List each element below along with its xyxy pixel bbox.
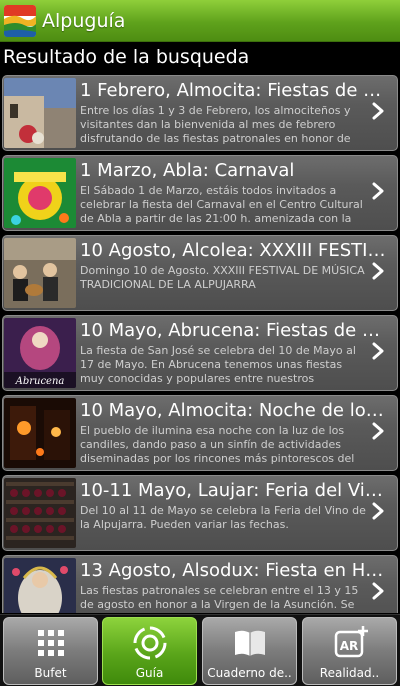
list-item[interactable]: 10 Mayo, Almocita: Noche de los… El pueb… [2,395,398,471]
chevron-right-icon [372,262,384,280]
chevron-right-icon [372,422,384,440]
target-icon [133,626,166,660]
app-title: Alpuguía [42,9,126,32]
result-description: Domingo 10 de Agosto. XXXIII FESTIVAL DE… [80,264,365,291]
result-title: 10 Mayo, Abrucena: Fiestas de S… [80,320,386,341]
chevron-right-icon [372,182,384,200]
thumbnail-image [4,398,76,468]
thumbnail-image [4,78,76,148]
thumbnail-image: Abrucena [4,318,76,388]
tab-bufet[interactable]: Bufet [3,617,98,685]
chevron-right-icon [372,502,384,520]
result-title: 10-11 Mayo, Laujar: Feria del Vin… [80,480,386,501]
tab-label: Realidad.. [319,666,380,680]
tab-cuaderno[interactable]: Cuaderno de.. [202,617,297,685]
result-title: 10 Agosto, Alcolea: XXXIII FESTIV… [80,240,386,261]
result-description: El Sábado 1 de Marzo, estáis todos invit… [80,184,363,225]
thumbnail-image [4,558,76,613]
ar-badge-text: AR [339,639,358,653]
thumbnail-image [4,238,76,308]
tab-realidad[interactable]: AR Realidad.. [302,617,397,685]
thumbnail-image [4,478,76,548]
result-title: 1 Febrero, Almocita: Fiestas de S… [80,80,386,101]
tab-label: Guía [135,666,164,680]
list-item[interactable]: 10-11 Mayo, Laujar: Feria del Vin… Del 1… [2,475,398,551]
list-item[interactable]: Abrucena 10 Mayo, Abrucena: Fiestas de S… [2,315,398,391]
chevron-right-icon [372,102,384,120]
page-title: Resultado de la busqueda [0,43,400,73]
tab-guia[interactable]: Guía [102,617,197,685]
result-description: Entre los días 1 y 3 de Febrero, los alm… [80,104,351,145]
book-icon [234,630,265,656]
result-description: La fiesta de San José se celebra del 10 … [80,344,356,385]
grid-icon [37,630,64,656]
ar-icon: AR [334,626,368,658]
result-description: Del 10 al 11 de Mayo se celebra la Feria… [80,504,366,531]
result-description: Las fiestas patronales se celebran entre… [80,584,359,611]
thumbnail-image [4,158,76,228]
chevron-right-icon [372,582,384,600]
result-title: 10 Mayo, Almocita: Noche de los… [80,400,386,421]
list-item[interactable]: 13 Agosto, Alsodux: Fiesta en Ho… Las fi… [2,555,398,613]
title-bar: Alpuguía [0,0,400,42]
thumbnail-caption: Abrucena [15,376,65,387]
list-item[interactable]: 10 Agosto, Alcolea: XXXIII FESTIV… Domin… [2,235,398,311]
results-list: 1 Febrero, Almocita: Fiestas de S… Entre… [0,73,400,613]
app-logo-icon [4,4,36,37]
result-description: El pueblo de ilumina esa noche con la lu… [80,424,355,465]
bottom-tab-bar: Bufet Guía Cuaderno de.. AR Realidad.. [0,614,400,686]
list-item[interactable]: 1 Febrero, Almocita: Fiestas de S… Entre… [2,75,398,151]
result-title: 1 Marzo, Abla: Carnaval [80,160,295,181]
tab-label: Cuaderno de.. [207,666,292,680]
tab-label: Bufet [34,666,67,680]
result-title: 13 Agosto, Alsodux: Fiesta en Ho… [80,560,386,581]
list-item[interactable]: 1 Marzo, Abla: Carnaval El Sábado 1 de M… [2,155,398,231]
chevron-right-icon [372,342,384,360]
